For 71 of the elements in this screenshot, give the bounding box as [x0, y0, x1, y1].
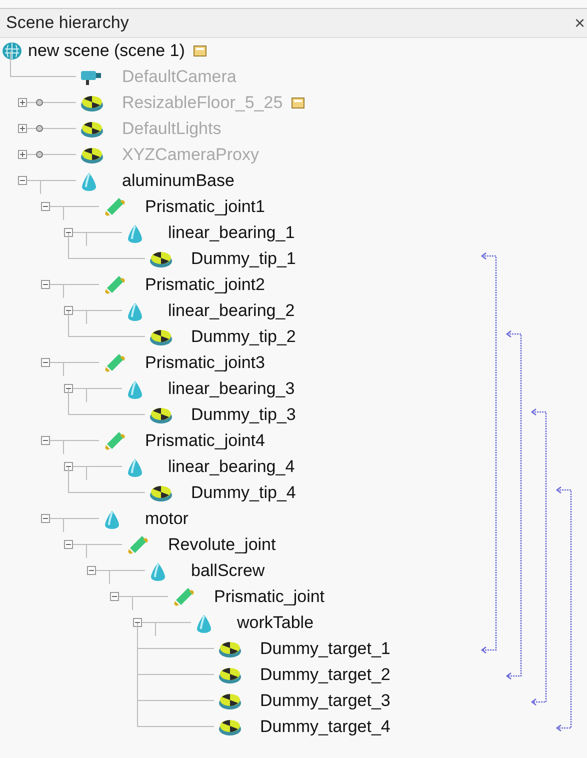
expander-toggle[interactable] — [18, 150, 27, 159]
dummy-icon — [149, 250, 173, 268]
tree-item[interactable]: linear_bearing_1 — [168, 223, 295, 243]
tree-item[interactable]: Prismatic_joint4 — [145, 431, 265, 451]
expander-toggle[interactable] — [64, 540, 73, 549]
cone-icon — [126, 224, 144, 244]
tree-item[interactable]: Dummy_target_3 — [260, 691, 390, 711]
cone-icon — [126, 458, 144, 478]
tree-item[interactable]: Dummy_tip_1 — [191, 249, 296, 269]
expander-toggle[interactable] — [87, 566, 96, 575]
expander-toggle[interactable] — [41, 280, 50, 289]
dummy-icon — [149, 328, 173, 346]
dummy-icon — [80, 146, 104, 164]
cone-icon — [103, 510, 121, 530]
tree-item[interactable]: Dummy_target_2 — [260, 665, 390, 685]
globe-icon — [2, 42, 22, 60]
dummy-icon — [218, 718, 242, 736]
dummy-icon — [218, 666, 242, 684]
tree-item[interactable]: motor — [145, 509, 188, 529]
expander-toggle[interactable] — [110, 592, 119, 601]
dummy-icon — [149, 406, 173, 424]
tree-item[interactable]: aluminumBase — [122, 171, 234, 191]
tree-item[interactable]: Dummy_target_4 — [260, 717, 390, 737]
expander-toggle[interactable] — [41, 358, 50, 367]
joint-icon — [103, 432, 127, 450]
tree-item[interactable]: linear_bearing_4 — [168, 457, 295, 477]
expander-toggle[interactable] — [64, 228, 73, 237]
joint-icon — [103, 354, 127, 372]
tree-item[interactable]: workTable — [237, 613, 314, 633]
properties-icon[interactable] — [290, 96, 305, 110]
tree-item[interactable]: Prismatic_joint2 — [145, 275, 265, 295]
tree-item[interactable]: Prismatic_joint3 — [145, 353, 265, 373]
expander-toggle[interactable] — [41, 436, 50, 445]
tree-item[interactable]: Dummy_tip_3 — [191, 405, 296, 425]
expander-toggle[interactable] — [133, 618, 142, 627]
cone-icon — [126, 302, 144, 322]
properties-icon[interactable] — [192, 44, 207, 58]
tree-item[interactable]: Dummy_tip_4 — [191, 483, 296, 503]
tree-item[interactable]: Prismatic_joint1 — [145, 197, 265, 217]
cone-icon — [149, 562, 167, 582]
cone-icon — [195, 614, 213, 634]
expander-toggle[interactable] — [41, 514, 50, 523]
tree-item[interactable]: ballScrew — [191, 561, 265, 581]
expander-toggle[interactable] — [64, 462, 73, 471]
dummy-icon — [218, 692, 242, 710]
expander-toggle[interactable] — [64, 384, 73, 393]
dummy-icon — [80, 120, 104, 138]
expander-toggle[interactable] — [18, 98, 27, 107]
cone-icon — [126, 380, 144, 400]
expander-toggle[interactable] — [64, 306, 73, 315]
tree-item[interactable]: linear_bearing_2 — [168, 301, 295, 321]
dummy-icon — [149, 484, 173, 502]
joint-icon — [103, 198, 127, 216]
cone-icon — [80, 172, 98, 192]
tree-item[interactable]: Dummy_target_1 — [260, 639, 390, 659]
dummy-icon — [218, 640, 242, 658]
tree-item[interactable]: Dummy_tip_2 — [191, 327, 296, 347]
tree-item[interactable]: linear_bearing_3 — [168, 379, 295, 399]
close-button[interactable]: × — [574, 12, 585, 34]
tree-item[interactable]: Revolute_joint — [168, 535, 276, 555]
tree-item[interactable]: new scene (scene 1) — [28, 41, 185, 61]
joint-icon — [172, 588, 196, 606]
expander-toggle[interactable] — [18, 176, 27, 185]
panel-title: Scene hierarchy — [6, 13, 129, 33]
tree-item[interactable]: Prismatic_joint — [214, 587, 325, 607]
joint-icon — [103, 276, 127, 294]
dummy-icon — [80, 94, 104, 112]
expander-toggle[interactable] — [18, 124, 27, 133]
camera-icon — [80, 68, 104, 86]
joint-icon — [126, 536, 150, 554]
expander-toggle[interactable] — [41, 202, 50, 211]
